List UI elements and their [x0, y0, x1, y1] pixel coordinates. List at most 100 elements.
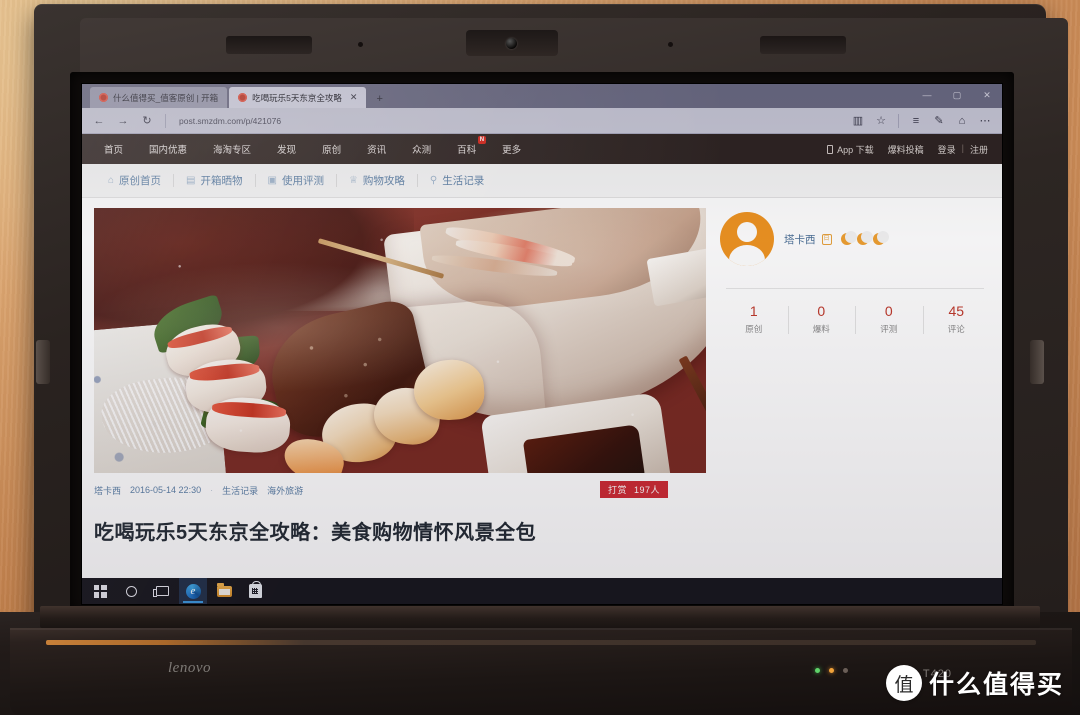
article-category[interactable]: 生活记录 — [222, 484, 258, 497]
box-icon: ▤ — [186, 175, 196, 186]
store-button[interactable] — [241, 578, 269, 604]
forward-button[interactable]: → — [112, 111, 134, 131]
article-tag[interactable]: 海外旅游 — [267, 484, 303, 497]
close-button[interactable]: ✕ — [972, 84, 1002, 106]
login-group: 登录 | 注册 — [938, 143, 988, 156]
article-hero-image[interactable] — [94, 208, 706, 473]
window-controls: — ▢ ✕ — [912, 84, 1002, 106]
browser-titlebar: 什么值得买_值客原创 | 开箱 吃喝玩乐5天东京全攻略 ✕ + — ▢ ✕ — [82, 84, 1002, 108]
avatar[interactable] — [720, 212, 774, 266]
nav-item-crowd-test[interactable]: 众测 — [399, 142, 444, 156]
level-moon-icon — [856, 231, 873, 245]
laptop-screen: 什么值得买_值客原创 | 开箱 吃喝玩乐5天东京全攻略 ✕ + — ▢ ✕ ← … — [82, 84, 1002, 604]
windows-logo-icon — [93, 584, 107, 598]
favorites-star-icon[interactable]: ☆ — [870, 111, 892, 131]
share-icon[interactable]: ⌂ — [951, 111, 973, 131]
login-link[interactable]: 登录 — [938, 143, 956, 156]
site-sub-nav: ⌂ 原创首页 ▤ 开箱晒物 ▣ 使用评测 ♕ 购物攻略 ⚲ 生活记录 — [82, 164, 1002, 198]
subnav-item-unboxing[interactable]: ▤ 开箱晒物 — [174, 173, 254, 188]
stat-value: 45 — [948, 303, 965, 319]
subnav-item-review[interactable]: ▣ 使用评测 — [256, 173, 336, 188]
more-icon[interactable]: ⋯ — [974, 111, 996, 131]
cortana-circle-icon — [125, 585, 137, 597]
register-link[interactable]: 注册 — [970, 143, 988, 156]
stat-value: 1 — [749, 303, 758, 319]
article-author[interactable]: 塔卡西 — [94, 484, 121, 497]
pin-icon: ⚲ — [429, 175, 438, 186]
stat-label: 爆料 — [812, 324, 830, 334]
reading-view-icon[interactable]: ▥ — [847, 111, 869, 131]
nav-label: 百科 — [457, 145, 477, 156]
subnav-item-shopping-guide[interactable]: ♕ 购物攻略 — [337, 173, 417, 188]
hub-icon[interactable]: ≡ — [905, 111, 927, 131]
submit-link[interactable]: 爆料投稿 — [888, 143, 924, 156]
watermark-text: 什么值得买 — [928, 671, 1064, 699]
maximize-button[interactable]: ▢ — [942, 84, 972, 106]
site-top-nav: 首页 国内优惠 海淘专区 发现 原创 资讯 众测 百科 N 更多 App 下载 … — [82, 134, 1002, 164]
browser-tab-2-active[interactable]: 吃喝玩乐5天东京全攻略 ✕ — [229, 87, 367, 108]
microphone-left-icon — [358, 42, 363, 47]
nav-label: 众测 — [412, 145, 432, 156]
file-explorer-button[interactable] — [210, 578, 238, 604]
subnav-label: 使用评测 — [281, 175, 324, 187]
nav-item-home[interactable]: 首页 — [100, 142, 136, 156]
edge-icon — [185, 583, 201, 599]
level-moon-icon — [840, 231, 857, 245]
stat-value: 0 — [884, 303, 893, 319]
nav-item-news[interactable]: 资讯 — [354, 142, 399, 156]
browser-toolbar: ← → ↻ post.smzdm.com/p/421076 ▥ ☆ ≡ ✎ ⌂ … — [82, 108, 1002, 134]
subnav-label: 开箱晒物 — [200, 175, 243, 187]
stat-label: 评测 — [880, 324, 898, 334]
phone-icon — [827, 144, 834, 154]
stat-label: 原创 — [745, 324, 763, 334]
cart-icon: ♕ — [348, 175, 358, 186]
stat-reviews[interactable]: 0 评测 — [855, 303, 923, 335]
reward-label: 打赏 — [607, 485, 627, 495]
webcam-module — [466, 30, 558, 56]
back-button[interactable]: ← — [88, 111, 110, 131]
user-card: 塔卡西 日 1 原创 0 爆料 0 评测 45 评论 — [720, 208, 990, 335]
subnav-item-original-home[interactable]: ⌂ 原创首页 — [96, 173, 173, 188]
user-level-icons — [840, 231, 889, 245]
toolbar-divider — [165, 113, 166, 128]
tab-close-icon[interactable]: ✕ — [350, 92, 358, 103]
subnav-label: 生活记录 — [442, 175, 485, 187]
port-right — [1030, 340, 1044, 384]
nav-label: 首页 — [104, 145, 124, 156]
start-button[interactable] — [86, 578, 114, 604]
nav-label: 资讯 — [367, 145, 387, 156]
minimize-button[interactable]: — — [912, 84, 942, 106]
lid-vent-right — [760, 36, 846, 54]
stat-comments[interactable]: 45 评论 — [922, 303, 991, 335]
folder-icon — [216, 582, 232, 597]
nav-item-domestic-deals[interactable]: 国内优惠 — [136, 142, 200, 156]
web-note-icon[interactable]: ✎ — [928, 111, 950, 131]
task-view-button[interactable] — [148, 578, 176, 604]
refresh-button[interactable]: ↻ — [136, 111, 158, 131]
subnav-item-life-log[interactable]: ⚲ 生活记录 — [418, 173, 496, 188]
reward-button[interactable]: 打赏 197人 — [599, 481, 668, 498]
article-column: 塔卡西 2016-05-14 22:30 · 生活记录 海外旅游 打赏 197人… — [94, 208, 706, 604]
address-bar[interactable]: post.smzdm.com/p/421076 — [173, 111, 845, 130]
stat-deals[interactable]: 0 爆料 — [787, 303, 856, 335]
nav-item-more[interactable]: 更多 — [489, 142, 534, 156]
nav-item-overseas-zone[interactable]: 海淘专区 — [200, 142, 264, 156]
nav-item-original[interactable]: 原创 — [309, 142, 354, 156]
app-download-link[interactable]: App 下载 — [827, 143, 874, 156]
camera-icon: ▣ — [267, 175, 277, 186]
article-meta: 塔卡西 2016-05-14 22:30 · 生活记录 海外旅游 打赏 197人 — [94, 481, 706, 498]
sidebar-user-card: 塔卡西 日 1 原创 0 爆料 0 评测 45 评论 — [720, 208, 990, 604]
stat-original[interactable]: 1 原创 — [720, 303, 788, 335]
cortana-button[interactable] — [117, 578, 145, 604]
watermark: 值 什么值得买 — [885, 665, 1064, 701]
edge-button[interactable] — [179, 578, 207, 604]
browser-tab-1[interactable]: 什么值得买_值客原创 | 开箱 — [90, 87, 228, 108]
new-badge: N — [477, 136, 487, 144]
nav-label: 原创 — [322, 145, 342, 156]
new-tab-button[interactable]: + — [368, 93, 390, 108]
hero-chopstick-rear — [678, 355, 706, 422]
user-name[interactable]: 塔卡西 — [784, 232, 816, 247]
nav-item-discover[interactable]: 发现 — [264, 142, 309, 156]
nav-item-encyclopedia[interactable]: 百科 N — [444, 136, 489, 156]
site-top-nav-right: App 下载 爆料投稿 登录 | 注册 — [827, 143, 988, 156]
